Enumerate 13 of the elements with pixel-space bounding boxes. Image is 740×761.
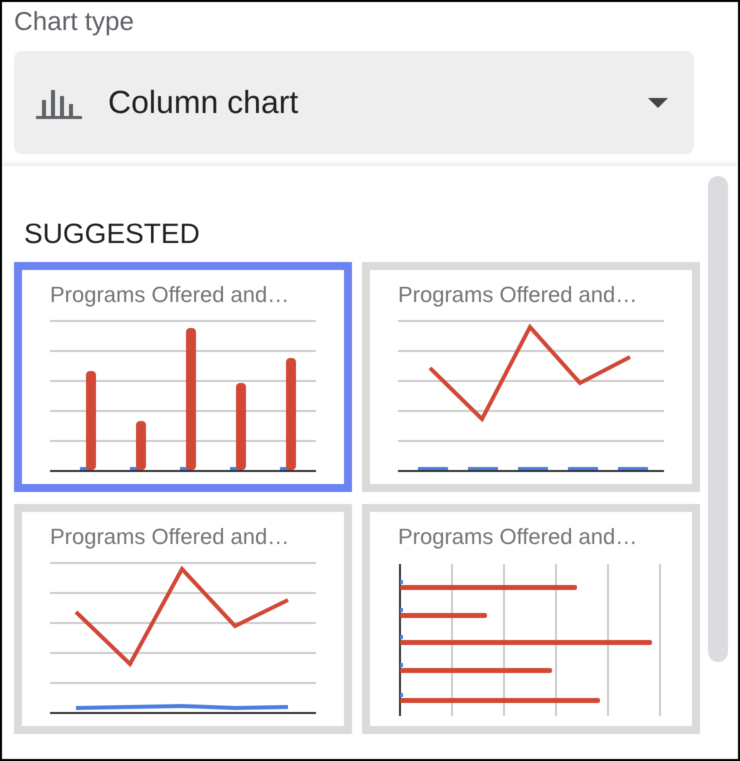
chart-title: Programs Offered and… bbox=[50, 524, 290, 550]
dropdown-caret-icon bbox=[648, 98, 668, 108]
chart-title: Programs Offered and… bbox=[50, 282, 290, 308]
chart-title: Programs Offered and… bbox=[398, 282, 638, 308]
chart-option-card[interactable]: Programs Offered and… bbox=[14, 504, 352, 734]
scrollbar[interactable] bbox=[708, 176, 728, 662]
chart-title: Programs Offered and… bbox=[398, 524, 638, 550]
chart-type-dropdown[interactable]: Column chart bbox=[14, 51, 694, 154]
chart-option-card[interactable]: Programs Offered and… bbox=[14, 262, 352, 492]
chart-option-card[interactable]: Programs Offered and… bbox=[362, 504, 700, 734]
section-heading: SUGGESTED bbox=[24, 218, 200, 250]
chart-option-card[interactable]: Programs Offered and… bbox=[362, 262, 700, 492]
field-label: Chart type bbox=[14, 6, 134, 37]
